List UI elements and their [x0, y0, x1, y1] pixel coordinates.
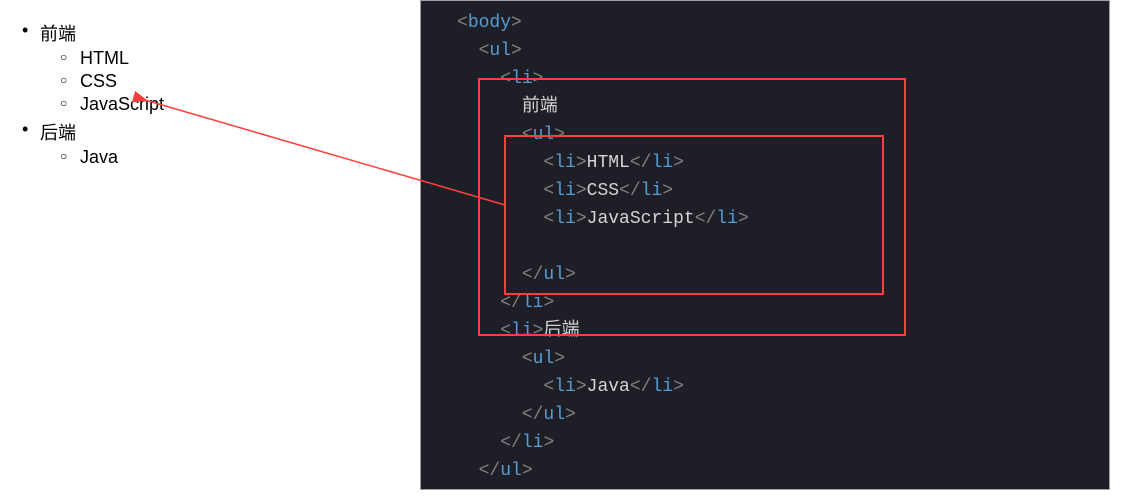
- list-item: HTML: [80, 48, 410, 69]
- code-line: <ul>: [421, 121, 1109, 149]
- list-item: 后端 Java: [40, 119, 410, 168]
- list-item: Java: [80, 147, 410, 168]
- inner-list: Java: [40, 147, 410, 168]
- outer-list: 前端 HTML CSS JavaScript 后端 Java: [10, 20, 410, 168]
- code-line: </ul>: [421, 401, 1109, 429]
- list-item: JavaScript: [80, 94, 410, 115]
- code-line: <li>后端: [421, 317, 1109, 345]
- item-label: Java: [80, 147, 118, 167]
- code-line: <ul>: [421, 345, 1109, 373]
- item-label: JavaScript: [80, 94, 164, 114]
- code-line: 前端: [421, 93, 1109, 121]
- item-label: 后端: [40, 123, 76, 143]
- item-label: CSS: [80, 71, 117, 91]
- code-editor-panel: <body> <ul> <li> 前端 <ul> <li>HTML</li> <…: [420, 0, 1110, 490]
- code-line: <li>CSS</li>: [421, 177, 1109, 205]
- code-line: <body>: [421, 9, 1109, 37]
- code-line: <li>: [421, 65, 1109, 93]
- code-line: <li>Java</li>: [421, 373, 1109, 401]
- code-line: </li>: [421, 289, 1109, 317]
- code-line: </ul>: [421, 261, 1109, 289]
- code-line: <li>HTML</li>: [421, 149, 1109, 177]
- code-line: <li>JavaScript</li>: [421, 205, 1109, 233]
- inner-list: HTML CSS JavaScript: [40, 48, 410, 115]
- item-label: 前端: [40, 24, 76, 44]
- list-item: 前端 HTML CSS JavaScript: [40, 20, 410, 115]
- code-line: </ul>: [421, 457, 1109, 485]
- code-line: [421, 233, 1109, 261]
- code-line: </li>: [421, 429, 1109, 457]
- code-line: <ul>: [421, 37, 1109, 65]
- rendered-output-panel: 前端 HTML CSS JavaScript 后端 Java: [10, 20, 410, 172]
- item-label: HTML: [80, 48, 129, 68]
- list-item: CSS: [80, 71, 410, 92]
